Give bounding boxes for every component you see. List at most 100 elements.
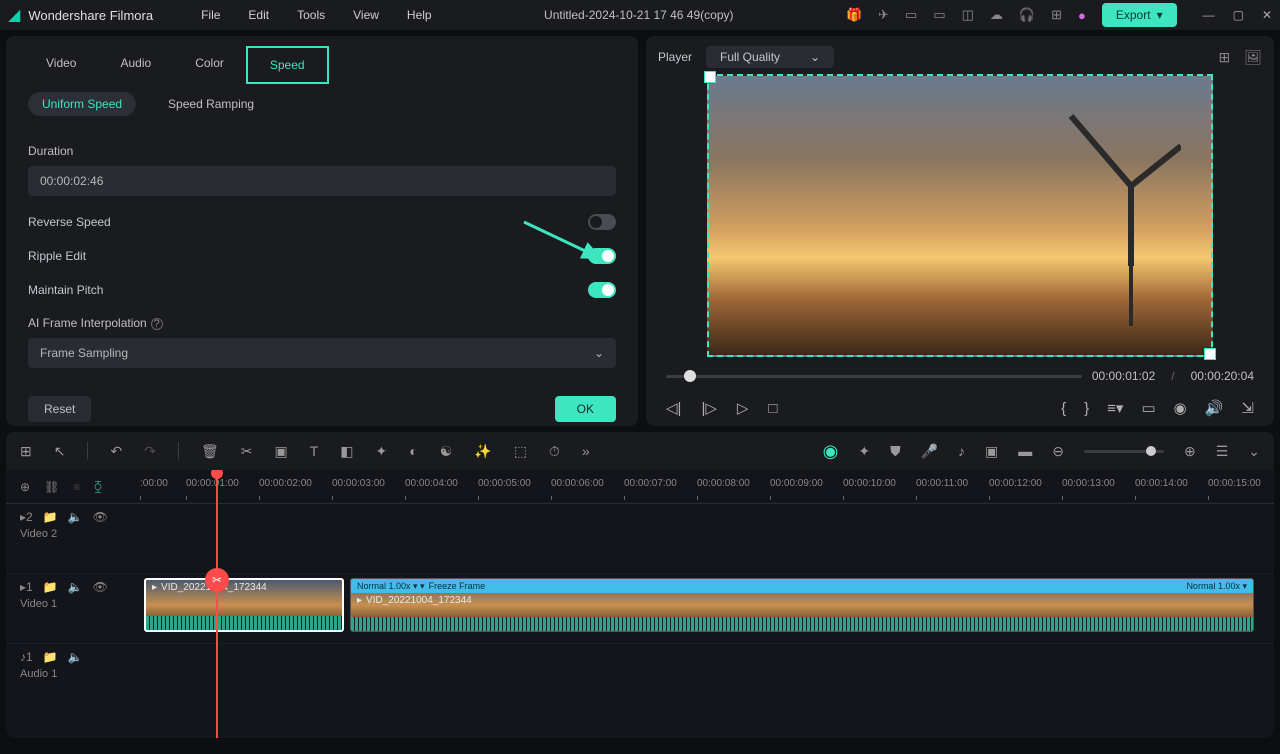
- magnet-icon[interactable]: ⧲: [94, 479, 101, 494]
- stack-icon[interactable]: ≡: [73, 480, 80, 494]
- minimize-button[interactable]: —: [1203, 8, 1215, 22]
- clip-menu-icon[interactable]: ≡▾: [1107, 399, 1123, 417]
- pip-icon[interactable]: ▣: [985, 443, 998, 460]
- more-icon[interactable]: »: [582, 443, 590, 459]
- redo-icon[interactable]: ↷: [144, 443, 156, 460]
- mute-icon[interactable]: 🔈: [68, 510, 83, 524]
- track-add-icon[interactable]: ⊕: [20, 480, 30, 494]
- screen-icon[interactable]: ▭: [933, 7, 945, 23]
- cursor-icon[interactable]: ↖: [54, 443, 66, 460]
- clip-freeze[interactable]: Normal 1.00x ▾ ▾ Freeze Frame Normal 1.0…: [350, 578, 1254, 632]
- track-body-video1[interactable]: ▸VID_20221004_172344 Normal 1.00x ▾ ▾ Fr…: [136, 574, 1274, 643]
- close-button[interactable]: ✕: [1262, 8, 1272, 22]
- menu-view[interactable]: View: [353, 8, 379, 22]
- mask-icon[interactable]: ◧: [340, 443, 353, 460]
- menu-file[interactable]: File: [201, 8, 220, 22]
- track-head-audio1[interactable]: ♪1 📁 🔈 Audio 1: [6, 644, 136, 688]
- quality-select[interactable]: Full Quality⌄: [706, 46, 834, 68]
- device-icon[interactable]: ▭: [905, 7, 917, 23]
- maximize-button[interactable]: ▢: [1233, 8, 1244, 22]
- subtab-speed-ramping[interactable]: Speed Ramping: [154, 92, 268, 116]
- clip-selected[interactable]: ▸VID_20221004_172344: [144, 578, 344, 632]
- color-icon[interactable]: ☯: [440, 443, 453, 460]
- gift-icon[interactable]: 🎁: [846, 7, 862, 23]
- track-body-audio1[interactable]: [136, 644, 1274, 688]
- grid-view-icon[interactable]: ⊞: [1218, 49, 1230, 66]
- ai-interp-select[interactable]: Frame Sampling⌄: [28, 338, 616, 368]
- menu-tools[interactable]: Tools: [297, 8, 325, 22]
- timer-icon[interactable]: ⏱: [549, 443, 560, 460]
- speed-icon[interactable]: ◐: [409, 443, 417, 459]
- folder-icon[interactable]: 📁: [43, 510, 58, 524]
- sparkle-icon[interactable]: ✦: [858, 443, 870, 460]
- folder-icon[interactable]: 📁: [43, 580, 58, 594]
- zoom-in-icon[interactable]: ⊕: [1184, 443, 1196, 460]
- list-icon[interactable]: ☰: [1216, 443, 1229, 460]
- tab-audio[interactable]: Audio: [98, 46, 173, 84]
- grid-icon[interactable]: ⊞: [1051, 7, 1062, 23]
- chevron-down-icon: ⌄: [594, 346, 604, 360]
- marker-icon[interactable]: ▬: [1018, 443, 1032, 459]
- stop-button[interactable]: □: [768, 400, 777, 417]
- next-frame-button[interactable]: |▷: [701, 399, 716, 417]
- export-button[interactable]: Export▾: [1102, 3, 1177, 27]
- effects-icon[interactable]: ✦: [375, 443, 387, 460]
- playhead[interactable]: ✂: [216, 470, 218, 738]
- subtab-uniform-speed[interactable]: Uniform Speed: [28, 92, 136, 116]
- display-icon[interactable]: ▭: [1141, 399, 1155, 417]
- ai-enhance-icon[interactable]: ✨: [474, 443, 491, 460]
- image-icon[interactable]: 🖼: [1244, 49, 1262, 66]
- scrubber[interactable]: [666, 375, 1082, 378]
- maintain-pitch-toggle[interactable]: [588, 282, 616, 298]
- tab-video[interactable]: Video: [24, 46, 98, 84]
- text-icon[interactable]: T: [310, 443, 319, 459]
- link-icon[interactable]: ⛓: [44, 480, 59, 494]
- headset-icon[interactable]: 🎧: [1019, 7, 1035, 23]
- track-head-video2[interactable]: ▸2 📁 🔈 👁 Video 2: [6, 504, 136, 573]
- tab-color[interactable]: Color: [173, 46, 246, 84]
- menu-edit[interactable]: Edit: [248, 8, 269, 22]
- track-body-video2[interactable]: [136, 504, 1274, 573]
- eye-icon[interactable]: 👁: [93, 510, 108, 524]
- ai-button[interactable]: ◉: [823, 441, 839, 462]
- cut-icon[interactable]: ✂: [241, 443, 253, 460]
- menu-help[interactable]: Help: [407, 8, 432, 22]
- layout-icon[interactable]: ⊞: [20, 443, 32, 460]
- snapshot-icon[interactable]: ◉: [1174, 399, 1187, 417]
- play-button[interactable]: ▷: [737, 399, 749, 417]
- ripple-edit-toggle[interactable]: [588, 248, 616, 264]
- delete-icon[interactable]: 🗑: [201, 443, 219, 460]
- send-icon[interactable]: ✈: [878, 7, 889, 23]
- duration-input[interactable]: [28, 166, 616, 196]
- chevron-down-icon[interactable]: ⌄: [1248, 443, 1260, 460]
- mark-in-icon[interactable]: {: [1061, 400, 1066, 417]
- tile-icon[interactable]: ◫: [962, 7, 974, 23]
- undo-icon[interactable]: ↶: [110, 443, 122, 460]
- reverse-speed-toggle[interactable]: [588, 214, 616, 230]
- mute-icon[interactable]: 🔈: [68, 580, 83, 594]
- prev-frame-button[interactable]: ◁|: [666, 399, 681, 417]
- volume-icon[interactable]: 🔊: [1205, 399, 1224, 417]
- folder-icon[interactable]: 📁: [43, 650, 58, 664]
- reset-button[interactable]: Reset: [28, 396, 91, 422]
- tab-speed[interactable]: Speed: [246, 46, 329, 84]
- zoom-out-icon[interactable]: ⊖: [1052, 443, 1064, 460]
- eye-icon[interactable]: 👁: [93, 580, 108, 594]
- music-icon[interactable]: ♪: [958, 443, 965, 459]
- expand-icon[interactable]: ⇲: [1241, 399, 1254, 417]
- help-icon[interactable]: ?: [151, 318, 163, 330]
- mic-icon[interactable]: 🎤: [921, 443, 938, 460]
- time-ruler[interactable]: :00:00 00:00:01:00 00:00:02:00 00:00:03:…: [136, 470, 1274, 504]
- keyframe-icon[interactable]: ⬚: [514, 443, 527, 460]
- ai-circle-icon[interactable]: ●: [1078, 8, 1086, 23]
- shield-icon[interactable]: ⛊: [890, 443, 901, 460]
- preview-canvas[interactable]: [707, 74, 1213, 357]
- mark-out-icon[interactable]: }: [1084, 400, 1089, 417]
- cut-indicator[interactable]: ✂: [205, 568, 229, 592]
- crop-icon[interactable]: ▣: [274, 443, 287, 460]
- ok-button[interactable]: OK: [555, 396, 616, 422]
- track-head-video1[interactable]: ▸1 📁 🔈 👁 Video 1: [6, 574, 136, 643]
- mute-icon[interactable]: 🔈: [68, 650, 83, 664]
- cloud-icon[interactable]: ☁: [990, 7, 1003, 23]
- zoom-slider[interactable]: [1084, 450, 1164, 453]
